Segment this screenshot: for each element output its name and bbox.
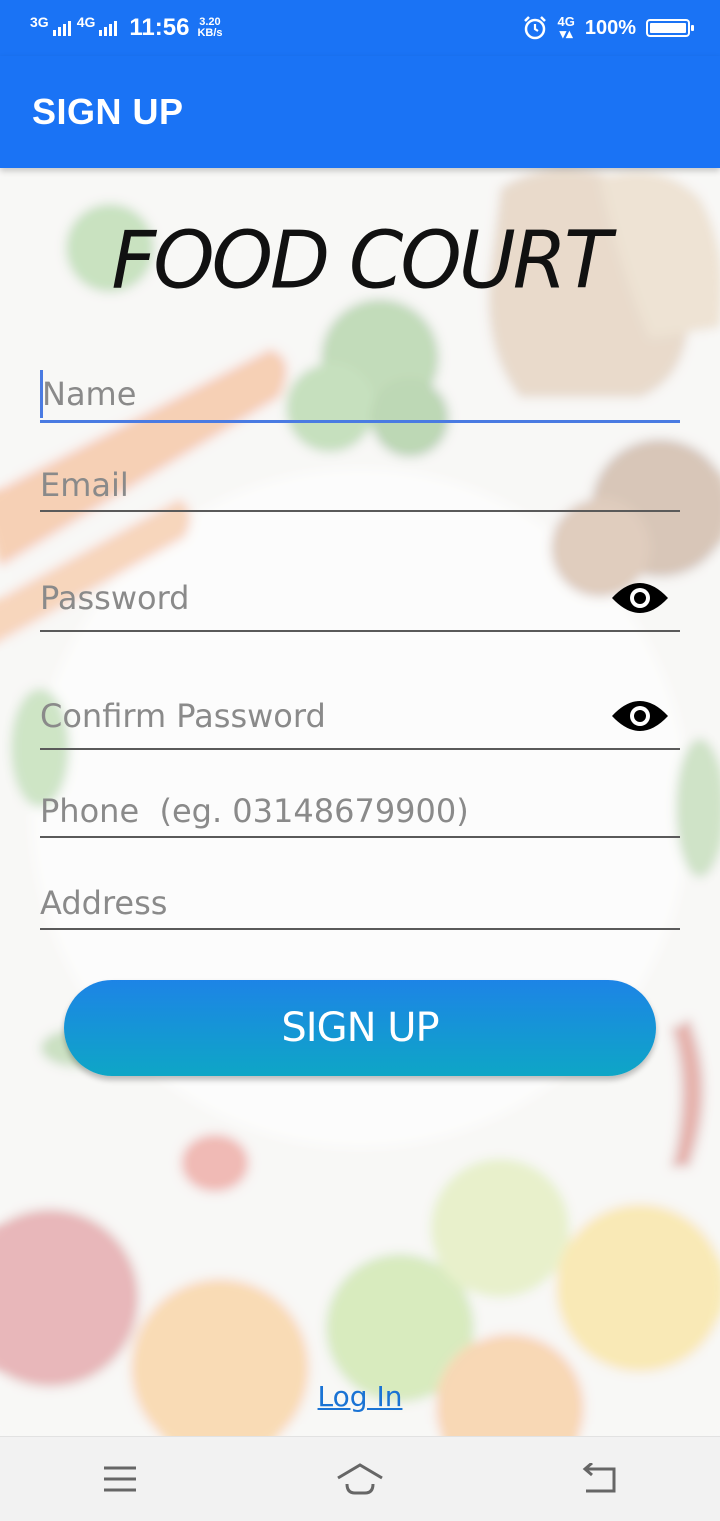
confirm-password-input[interactable] [40,686,600,746]
nav-back-button[interactable] [560,1449,640,1509]
brand-logo-text: FOOD COURT [111,215,611,307]
signal-4g-label: 4G [76,13,96,30]
password-field[interactable] [40,568,680,632]
address-field[interactable] [40,878,680,930]
eye-icon[interactable] [610,578,670,618]
name-input[interactable] [40,368,602,420]
alarm-icon [523,16,546,40]
phone-field[interactable] [40,786,680,838]
page-title: SIGN UP [32,91,184,132]
network-4g-icon: 4G ▾▴ [557,14,575,41]
clock: 11:56 [129,14,190,41]
address-input[interactable] [40,878,600,928]
menu-icon [104,1466,136,1492]
email-field[interactable] [40,460,680,512]
confirm-password-field[interactable] [40,686,680,750]
signal-4g-icon: 4G [77,15,118,36]
home-icon [337,1463,383,1495]
text-cursor [40,370,43,418]
battery-fill [650,23,686,33]
status-bar: 3G 4G 11:56 3.20 KB/s 4G ▾▴ 100% [0,0,720,56]
battery-icon [646,19,694,37]
network-speed: 3.20 KB/s [197,17,222,39]
password-input[interactable] [40,568,600,628]
nav-home-button[interactable] [320,1449,400,1509]
battery-percent: 100% [584,16,636,39]
email-input[interactable] [40,460,600,510]
signup-screen: FOOD COURT SIGN UP Log In [0,168,720,1436]
signal-3g-icon: 3G [30,15,71,36]
signal-3g-label: 3G [30,13,49,30]
signup-button[interactable]: SIGN UP [64,980,656,1076]
eye-icon[interactable] [610,696,670,736]
speed-unit: KB/s [197,27,223,39]
back-icon [582,1463,616,1493]
app-bar: SIGN UP [0,56,720,168]
nav-menu-button[interactable] [80,1449,160,1509]
network-4g-label: 4G [557,14,575,29]
system-navigation-bar [0,1436,720,1521]
name-field[interactable] [40,368,680,423]
phone-input[interactable] [40,786,660,836]
login-link[interactable]: Log In [0,1380,720,1413]
